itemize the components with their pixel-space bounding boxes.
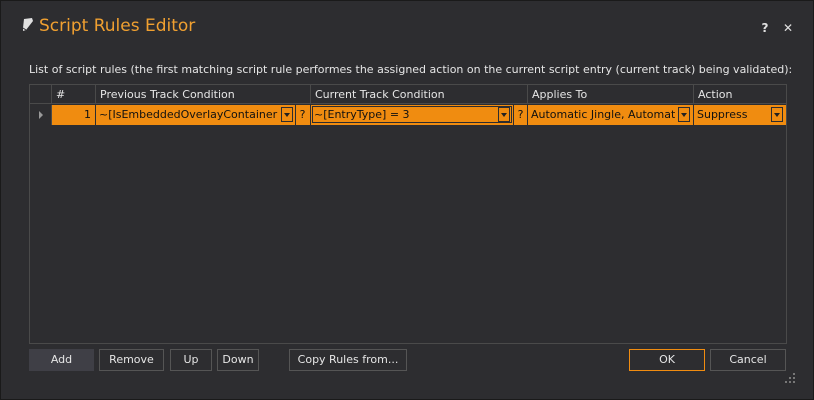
applies-to-text: Automatic Jingle, Automatic... [531,108,675,121]
up-button[interactable]: Up [170,349,212,371]
previous-condition-dropdown-icon[interactable] [281,107,293,122]
copy-rules-button[interactable]: Copy Rules from... [289,349,407,371]
help-button[interactable]: ? [758,20,772,36]
previous-condition-text: ~[IsEmbeddedOverlayContainer] = ... [99,108,278,121]
row-indicator-icon [30,105,52,125]
current-condition-dropdown-icon[interactable] [498,107,510,122]
action-dropdown-icon[interactable] [771,107,783,122]
previous-condition-help-button[interactable]: ? [295,105,309,125]
cancel-button[interactable]: Cancel [710,349,786,371]
cell-previous-condition[interactable]: ~[IsEmbeddedOverlayContainer] = ... ? [96,105,311,125]
cell-action[interactable]: Suppress [694,105,786,125]
cell-number[interactable]: 1 [52,105,96,125]
rules-grid[interactable]: # Previous Track Condition Current Track… [29,84,787,344]
ok-button[interactable]: OK [629,349,705,371]
resize-grip-icon[interactable] [785,373,795,383]
down-button[interactable]: Down [217,349,259,371]
script-rules-editor-window: Script Rules Editor ? ✕ List of script r… [0,0,814,400]
description-text: List of script rules (the first matching… [29,63,793,76]
column-header-applies-to[interactable]: Applies To [528,85,694,104]
column-header-current-condition[interactable]: Current Track Condition [311,85,528,104]
add-button[interactable]: Add [29,349,94,371]
column-header-action[interactable]: Action [694,85,786,104]
cell-applies-to[interactable]: Automatic Jingle, Automatic... [528,105,694,125]
title-bar: Script Rules Editor ? ✕ [1,1,813,41]
close-button[interactable]: ✕ [781,20,795,36]
column-header-previous-condition[interactable]: Previous Track Condition [96,85,311,104]
table-row[interactable]: 1 ~[IsEmbeddedOverlayContainer] = ... ? … [30,105,786,125]
current-condition-help-button[interactable]: ? [513,105,527,125]
remove-button[interactable]: Remove [99,349,164,371]
action-text: Suppress [697,108,748,121]
column-header-number[interactable]: # [52,85,96,104]
cell-current-condition[interactable]: ~[EntryType] = 3 ? [311,105,528,125]
script-icon [22,18,33,31]
window-title: Script Rules Editor [39,16,196,36]
applies-to-dropdown-icon[interactable] [678,107,690,122]
current-condition-text: ~[EntryType] = 3 [314,108,410,121]
grid-header: # Previous Track Condition Current Track… [30,85,786,104]
row-indicator-header [30,85,52,104]
